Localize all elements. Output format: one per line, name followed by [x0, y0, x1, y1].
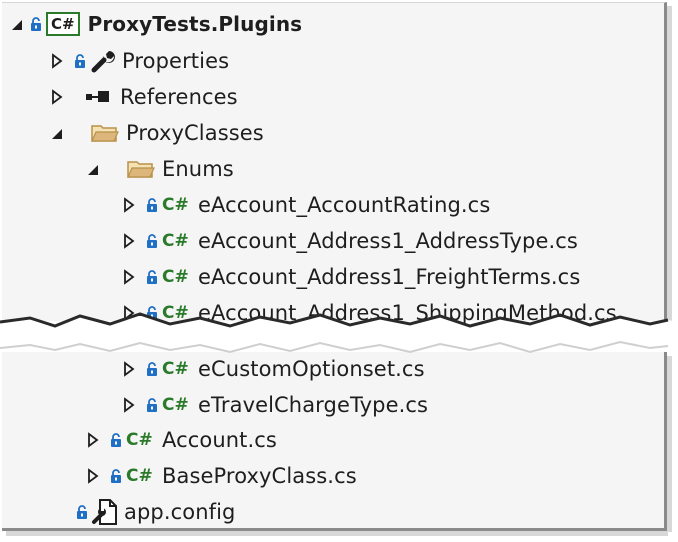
config-file-icon — [92, 499, 117, 525]
lock-icon — [147, 234, 157, 248]
tree-node-proxyclasses[interactable]: ProxyClasses — [50, 115, 264, 151]
collapsed-arrow-icon[interactable] — [86, 468, 100, 484]
tree-item-label: BaseProxyClass.cs — [162, 464, 357, 488]
tree-node-file[interactable]: C# eAccount_Address1_FreightTerms.cs — [122, 259, 580, 295]
solution-tree: C# ProxyTests.Plugins Properties Referen… — [0, 0, 678, 542]
tree-item-label: Account.cs — [162, 428, 277, 452]
project-name: ProxyTests.Plugins — [87, 12, 303, 36]
tree-item-label: Enums — [162, 157, 234, 181]
expanded-arrow-icon[interactable] — [50, 125, 64, 141]
tree-node-file[interactable]: C# eAccount_Address1_AddressType.cs — [122, 223, 578, 259]
tree-node-file[interactable]: C# eTravelChargeType.cs — [122, 387, 428, 423]
wrench-icon — [91, 51, 115, 73]
collapsed-arrow-icon[interactable] — [50, 53, 64, 69]
tree-node-file[interactable]: C# BaseProxyClass.cs — [86, 458, 357, 494]
tree-node-file[interactable]: C# eAccount_AccountRating.cs — [122, 187, 490, 223]
collapsed-arrow-icon[interactable] — [122, 397, 136, 413]
collapsed-arrow-icon[interactable] — [122, 233, 136, 249]
tree-item-label: eAccount_Address1_FreightTerms.cs — [198, 265, 581, 289]
expanded-arrow-icon[interactable] — [86, 161, 100, 177]
lock-icon — [147, 398, 157, 412]
lock-icon — [75, 54, 85, 68]
collapsed-arrow-icon[interactable] — [122, 197, 136, 213]
tree-node-references[interactable]: References — [50, 79, 238, 115]
tree-node-properties[interactable]: Properties — [50, 43, 229, 79]
lock-icon — [147, 198, 157, 212]
tree-item-label: ProxyClasses — [126, 121, 264, 145]
tree-node-app-config[interactable]: app.config — [76, 494, 235, 530]
tree-node-project[interactable]: C# ProxyTests.Plugins — [10, 6, 302, 42]
tree-item-label: Properties — [122, 49, 230, 73]
csharp-file-icon: C# — [126, 430, 153, 450]
tree-node-file[interactable]: C# Account.cs — [86, 422, 277, 458]
lock-icon — [111, 433, 121, 447]
tree-item-label: References — [120, 85, 238, 109]
tree-item-label: eAccount_Address1_AddressType.cs — [198, 229, 578, 253]
lock-icon — [111, 469, 121, 483]
csharp-file-icon: C# — [162, 195, 189, 215]
tree-item-label: app.config — [124, 500, 236, 524]
collapsed-arrow-icon[interactable] — [50, 89, 64, 105]
folder-open-icon — [91, 125, 119, 142]
tree-node-enums[interactable]: Enums — [86, 151, 234, 187]
lock-icon — [147, 270, 157, 284]
collapsed-arrow-icon[interactable] — [122, 269, 136, 285]
lock-icon — [77, 505, 87, 519]
csharp-file-icon: C# — [162, 395, 189, 415]
folder-open-icon — [127, 161, 155, 178]
torn-edge-graphic — [0, 312, 678, 354]
expanded-arrow-icon[interactable] — [10, 16, 24, 32]
tree-item-label: eTravelChargeType.cs — [198, 393, 429, 417]
collapsed-arrow-icon[interactable] — [86, 432, 100, 448]
tree-item-label: eAccount_AccountRating.cs — [198, 193, 491, 217]
lock-icon — [31, 17, 41, 31]
references-icon — [86, 91, 109, 102]
csharp-file-icon: C# — [162, 231, 189, 251]
csharp-file-icon: C# — [162, 267, 189, 287]
csharp-project-icon: C# — [46, 12, 80, 36]
csharp-file-icon: C# — [126, 466, 153, 486]
